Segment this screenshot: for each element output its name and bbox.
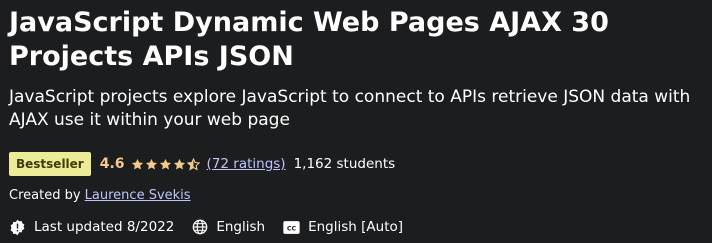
created-by-row: Created by Laurence Svekis	[9, 187, 700, 205]
rating-row: Bestseller 4.6 (72 ratings) 1,162 studen…	[9, 152, 700, 176]
last-updated-text: Last updated 8/2022	[34, 219, 175, 235]
star-icon	[145, 158, 157, 169]
bestseller-badge: Bestseller	[9, 152, 91, 176]
course-meta-row: Last updated 8/2022 English CC English […	[9, 217, 700, 237]
course-title: JavaScript Dynamic Web Pages AJAX 30 Pro…	[9, 7, 609, 72]
svg-text:CC: CC	[287, 224, 297, 232]
star-rating	[131, 157, 201, 171]
star-icon	[159, 158, 171, 169]
created-by-label: Created by	[9, 188, 81, 203]
instructor-link[interactable]: Laurence Svekis	[85, 188, 191, 203]
course-header: JavaScript Dynamic Web Pages AJAX 30 Pro…	[0, 0, 712, 243]
ratings-count-link[interactable]: (72 ratings)	[207, 156, 286, 172]
last-updated-item: Last updated 8/2022	[9, 219, 174, 236]
language-item: English	[192, 219, 265, 235]
course-subtitle: JavaScript projects explore JavaScript t…	[9, 87, 691, 130]
captions-text: English [Auto]	[308, 219, 404, 235]
captions-item: CC English [Auto]	[283, 219, 403, 235]
star-icon	[131, 158, 143, 169]
language-text: English	[216, 219, 266, 235]
star-icon	[173, 158, 185, 169]
globe-icon	[193, 219, 208, 235]
rating-score: 4.6	[99, 156, 125, 172]
alert-badge-icon	[10, 219, 25, 235]
closed-captions-icon: CC	[283, 220, 300, 234]
students-count: 1,162 students	[293, 156, 396, 172]
half-star-icon	[186, 157, 200, 171]
